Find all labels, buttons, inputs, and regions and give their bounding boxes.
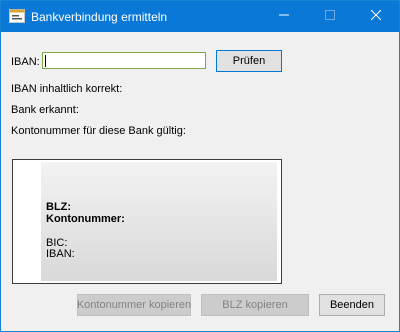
text-caret (45, 55, 46, 67)
app-window-icon (9, 9, 25, 23)
title-bar[interactable]: Bankverbindung ermitteln (1, 1, 399, 32)
copy-account-button[interactable]: Kontonummer kopieren (77, 294, 191, 316)
iban-input[interactable] (42, 52, 206, 69)
account-valid-label: Kontonummer für diese Bank gültig: (11, 125, 186, 137)
exit-button[interactable]: Beenden (319, 294, 385, 316)
close-icon (370, 9, 382, 23)
iban-label: IBAN: (11, 56, 40, 68)
maximize-button[interactable] (307, 1, 353, 32)
bank-recognized-label: Bank erkannt: (11, 104, 79, 116)
blz-label: BLZ: (46, 201, 72, 213)
iban-correct-label: IBAN inhaltlich korrekt: (11, 83, 123, 95)
result-panel: BLZ: Kontonummer: BIC: IBAN: (12, 159, 282, 284)
account-number-label: Kontonummer: (46, 213, 125, 225)
close-button[interactable] (353, 1, 399, 32)
main-window: Bankverbindung ermitteln IBAN: Prüfen IB… (0, 0, 400, 332)
result-iban-label: IBAN: (46, 248, 75, 260)
minimize-icon (279, 10, 289, 23)
copy-blz-button[interactable]: BLZ kopieren (201, 294, 309, 316)
minimize-button[interactable] (261, 1, 307, 32)
maximize-icon (325, 10, 335, 23)
check-button[interactable]: Prüfen (216, 50, 282, 72)
window-title: Bankverbindung ermitteln (31, 10, 168, 24)
